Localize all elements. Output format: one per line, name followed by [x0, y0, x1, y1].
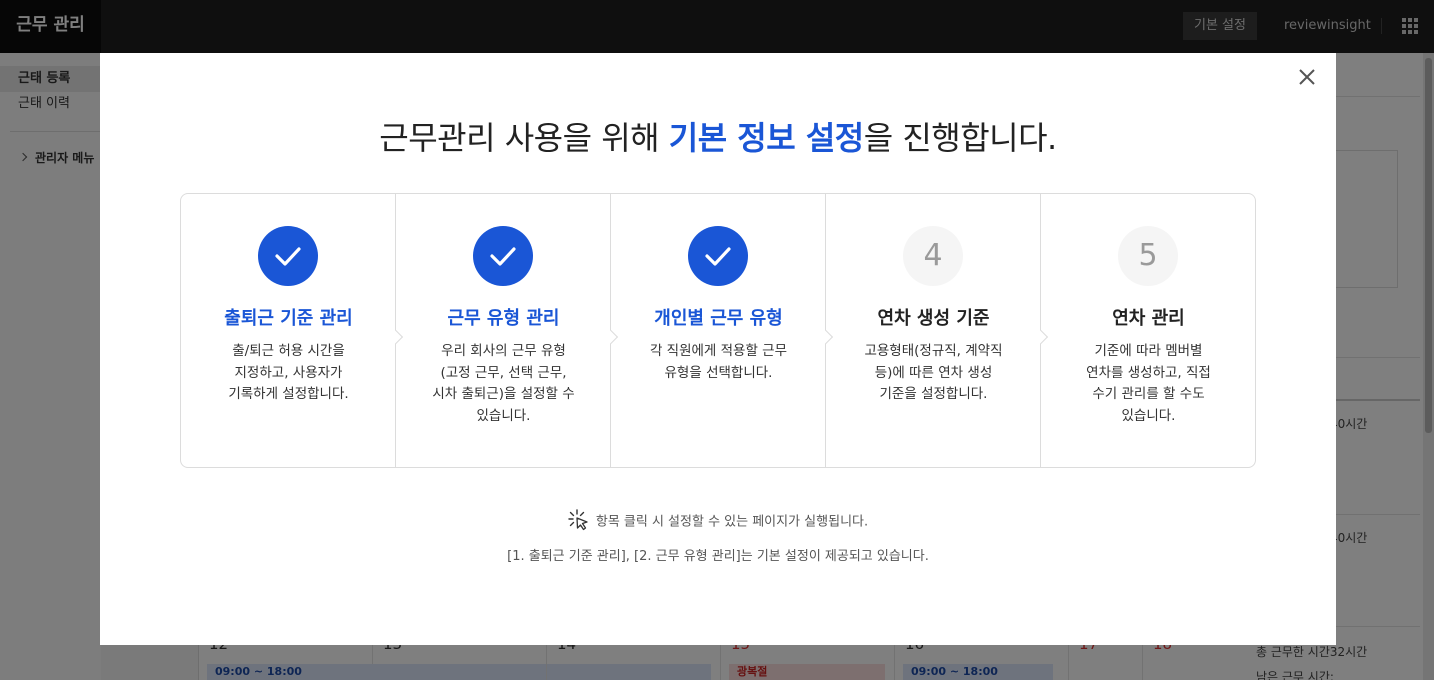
step-commute-standard[interactable]: 출퇴근 기준 관리 출/퇴근 허용 시간을 지정하고, 사용자가 기록하게 설정…	[181, 194, 404, 467]
modal-title-suffix: 을 진행합니다.	[863, 119, 1057, 157]
step-work-type[interactable]: 근무 유형 관리 우리 회사의 근무 유형(고정 근무, 선택 근무, 시차 출…	[396, 194, 619, 467]
step-title: 연차 생성 기준	[877, 308, 990, 329]
cursor-click-icon	[568, 509, 590, 535]
modal-title-highlight: 기본 정보 설정	[668, 119, 864, 157]
step-number: 4	[903, 226, 963, 286]
setup-steps: 출퇴근 기준 관리 출/퇴근 허용 시간을 지정하고, 사용자가 기록하게 설정…	[180, 193, 1256, 468]
close-icon[interactable]	[1296, 66, 1318, 88]
setup-modal: 근무관리 사용을 위해 기본 정보 설정을 진행합니다. 출퇴근 기준 관리 출…	[100, 53, 1336, 645]
check-icon	[473, 226, 533, 286]
step-title: 근무 유형 관리	[447, 308, 560, 329]
step-title: 출퇴근 기준 관리	[224, 308, 353, 329]
step-leave-generation[interactable]: 4 연차 생성 기준 고용형태(정규직, 계약직 등)에 따른 연차 생성 기준…	[826, 194, 1049, 467]
step-individual-work-type[interactable]: 개인별 근무 유형 각 직원에게 적용할 근무 유형을 선택합니다.	[611, 194, 834, 467]
step-description: 기준에 따라 멤버별 연차를 생성하고, 직접 수기 관리를 할 수도 있습니다…	[1086, 343, 1211, 424]
check-icon	[688, 226, 748, 286]
step-title: 개인별 근무 유형	[654, 308, 783, 329]
step-description: 각 직원에게 적용할 근무 유형을 선택합니다.	[649, 343, 788, 381]
click-hint: 항목 클릭 시 설정할 수 있는 페이지가 실행됩니다.	[100, 509, 1336, 535]
step-description: 우리 회사의 근무 유형(고정 근무, 선택 근무, 시차 출퇴근)을 설정할 …	[432, 343, 575, 424]
click-hint-text: 항목 클릭 시 설정할 수 있는 페이지가 실행됩니다.	[595, 514, 869, 530]
default-setting-note: [1. 출퇴근 기준 관리], [2. 근무 유형 관리]는 기본 설정이 제공…	[507, 549, 929, 564]
step-description: 출/퇴근 허용 시간을 지정하고, 사용자가 기록하게 설정합니다.	[228, 343, 349, 402]
step-description: 고용형태(정규직, 계약직 등)에 따른 연차 생성 기준을 설정합니다.	[864, 343, 1003, 402]
check-icon	[258, 226, 318, 286]
step-title: 연차 관리	[1112, 308, 1185, 329]
step-leave-management[interactable]: 5 연차 관리 기준에 따라 멤버별 연차를 생성하고, 직접 수기 관리를 할…	[1041, 194, 1256, 467]
modal-title: 근무관리 사용을 위해 기본 정보 설정을 진행합니다.	[100, 113, 1336, 159]
modal-title-prefix: 근무관리 사용을 위해	[379, 119, 669, 157]
step-number: 5	[1118, 226, 1178, 286]
